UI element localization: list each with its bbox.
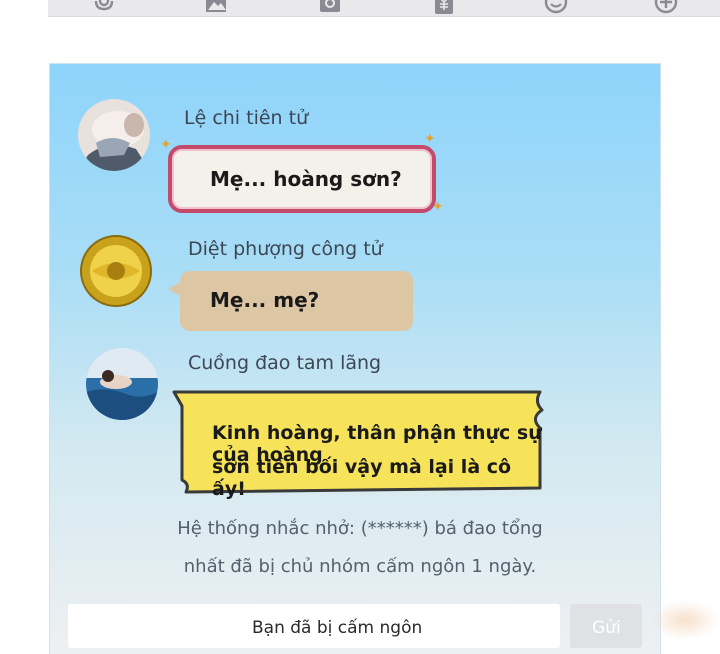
avatar-cuong-dao-tam-lang[interactable]: [86, 348, 158, 420]
avatar-diet-phuong-cong-tu[interactable]: [80, 235, 152, 307]
send-button[interactable]: Gửi: [570, 604, 642, 648]
system-notice-line: nhất đã bị chủ nhóm cấm ngôn 1 ngày.: [183, 556, 537, 577]
microphone-icon[interactable]: [92, 0, 116, 14]
message-text-line: sơn tiền bối vậy mà lại là cô ấy!: [212, 456, 512, 500]
system-notice-line: Hệ thống nhắc nhở: (******) bá đao tổng: [177, 518, 543, 539]
sender-name: Cuồng đao tam lãng: [188, 352, 382, 374]
sparkle-icon: ✦: [432, 199, 444, 215]
send-button-label: Gửi: [592, 618, 621, 638]
avatar-le-chi-tien-tu[interactable]: [78, 99, 150, 171]
message-text: Mẹ... hoàng sơn?: [210, 167, 402, 191]
camera-icon[interactable]: [318, 0, 342, 14]
sparkle-icon: ✦: [424, 131, 436, 147]
muted-notice: Bạn đã bị cấm ngôn: [252, 618, 423, 638]
message-bubble: Kinh hoàng, thân phận thực sự của hoàng …: [168, 388, 548, 500]
red-packet-icon[interactable]: [432, 0, 456, 14]
sender-name: Lệ chi tiên tử: [184, 107, 309, 129]
message-bubble: Mẹ... hoàng sơn?: [168, 145, 436, 213]
message-input-muted[interactable]: Bạn đã bị cấm ngôn: [68, 604, 560, 648]
light-glow: [650, 600, 720, 640]
message-text: Mẹ... mẹ?: [210, 288, 320, 312]
chat-toolbar: [48, 0, 720, 17]
message-bubble: Mẹ... mẹ?: [180, 271, 413, 331]
image-icon[interactable]: [204, 0, 228, 14]
sparkle-icon: ✦: [160, 137, 172, 153]
sender-name: Diệt phượng công tử: [188, 238, 383, 260]
plus-icon[interactable]: [654, 0, 678, 14]
emoji-icon[interactable]: [544, 0, 568, 14]
